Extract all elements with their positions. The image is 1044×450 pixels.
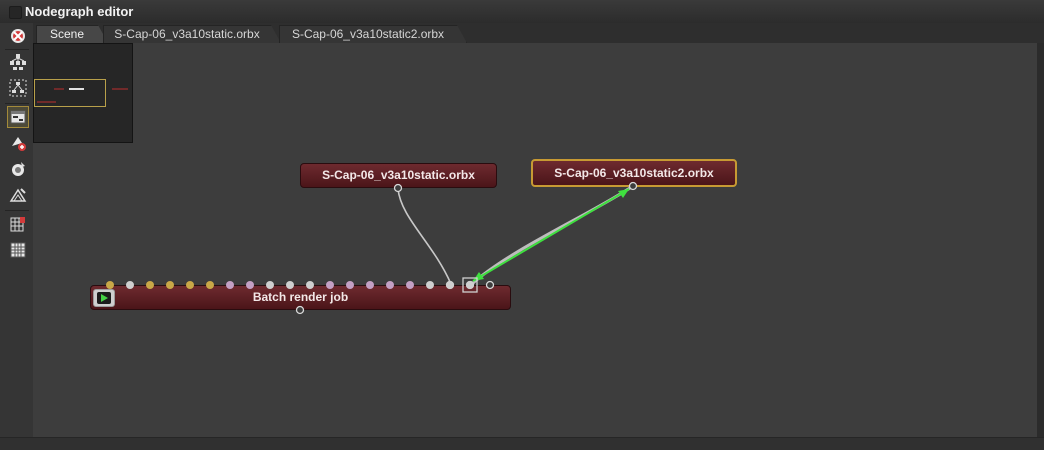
nodegraph-canvas[interactable]: S-Cap-06_v3a10static.orbx S-Cap-06_v3a10…	[33, 43, 1037, 437]
toolbar-divider	[5, 210, 29, 211]
arrange-graph-icon[interactable]	[8, 52, 28, 72]
tab-static2-orbx[interactable]: S-Cap-06_v3a10static2.orbx	[279, 25, 467, 43]
side-toolbar	[0, 23, 34, 449]
node-label: Batch render job	[252, 290, 349, 304]
play-icon	[97, 292, 111, 304]
grid-icon[interactable]	[8, 240, 28, 260]
title-bar: Nodegraph editor	[0, 0, 1044, 24]
window-checkbox[interactable]	[9, 6, 22, 19]
close-graph-icon[interactable]	[8, 26, 28, 46]
node-links	[397, 184, 634, 285]
show-minimap-icon[interactable]	[7, 106, 29, 128]
tab-scene[interactable]: Scene	[36, 25, 108, 43]
bottom-status-bar	[0, 437, 1044, 450]
tab-bar: Scene S-Cap-06_v3a10static.orbx S-Cap-06…	[33, 23, 1044, 43]
node-batch-render-job[interactable]: Batch render job	[90, 285, 511, 310]
tab-static-orbx[interactable]: S-Cap-06_v3a10static.orbx	[103, 25, 281, 43]
right-scroll-rail[interactable]	[1037, 43, 1044, 437]
node-label: S-Cap-06_v3a10static.orbx	[322, 168, 475, 182]
camera-node-icon[interactable]	[8, 159, 28, 179]
drag-link-arrow	[472, 188, 630, 282]
arrange-selection-icon[interactable]	[8, 78, 28, 98]
node-label: S-Cap-06_v3a10static2.orbx	[554, 166, 714, 180]
play-button[interactable]	[93, 289, 115, 307]
load-node-icon[interactable]	[8, 133, 28, 153]
node-static2-orbx[interactable]: S-Cap-06_v3a10static2.orbx	[531, 159, 737, 187]
toolbar-divider	[5, 49, 29, 50]
toolbar-divider	[5, 103, 29, 104]
geometry-node-icon[interactable]	[8, 185, 28, 205]
link-static-to-batch	[397, 188, 452, 285]
window-title: Nodegraph editor	[25, 4, 134, 19]
render-target-icon[interactable]	[8, 214, 28, 234]
node-static-orbx[interactable]: S-Cap-06_v3a10static.orbx	[300, 163, 497, 188]
